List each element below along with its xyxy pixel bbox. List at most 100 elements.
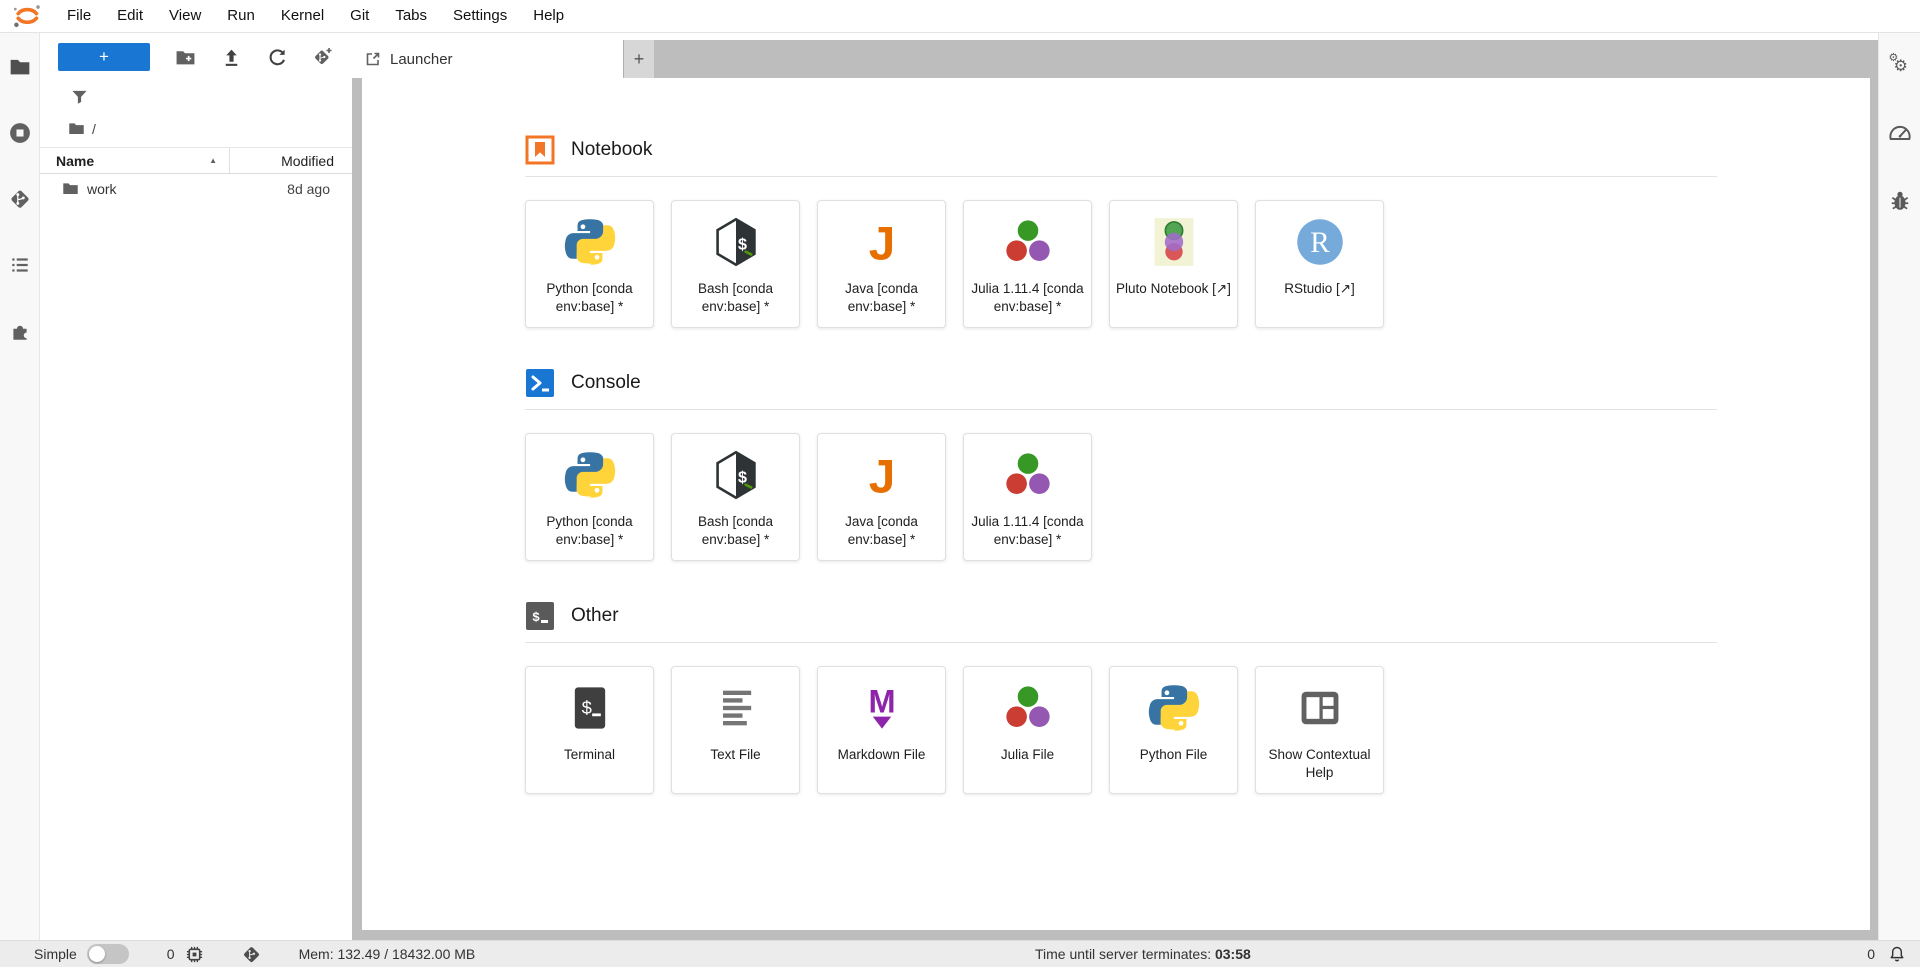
launcher-card[interactable]: Java [conda env:base] * xyxy=(817,200,946,328)
tab-launcher[interactable]: Launcher xyxy=(352,40,624,78)
new-tab-button[interactable]: + xyxy=(624,40,654,78)
file-list: work 8d ago xyxy=(40,174,352,203)
folder-icon xyxy=(62,180,79,197)
python-icon xyxy=(564,449,616,501)
launcher-card[interactable]: Julia 1.11.4 [conda env:base] * xyxy=(963,433,1092,561)
menu-item[interactable]: Kernel xyxy=(268,0,337,32)
breadcrumb[interactable]: / xyxy=(40,108,352,147)
card-label: Java [conda env:base] * xyxy=(823,280,940,315)
launcher-card[interactable]: Text File xyxy=(671,666,800,794)
julia-icon xyxy=(1002,682,1054,734)
launcher-panel: Notebook Python [conda env:base] * Bash … xyxy=(362,78,1870,930)
launcher-icon xyxy=(365,51,381,67)
launcher-card[interactable]: Show Contextual Help xyxy=(1255,666,1384,794)
file-browser-icon[interactable] xyxy=(8,55,32,79)
refresh-icon[interactable] xyxy=(266,46,288,68)
main-dock: Launcher + Notebook xyxy=(352,40,1878,940)
menu-item[interactable]: File xyxy=(54,0,104,32)
extensions-icon[interactable] xyxy=(8,319,32,343)
launcher-card[interactable]: Python [conda env:base] * xyxy=(525,200,654,328)
file-row[interactable]: work 8d ago xyxy=(40,174,352,203)
menu-item[interactable]: Tabs xyxy=(382,0,440,32)
new-launcher-button[interactable]: + xyxy=(58,43,150,71)
launcher-card[interactable]: Terminal xyxy=(525,666,654,794)
card-label: Java [conda env:base] * xyxy=(823,513,940,548)
rstudio-icon xyxy=(1294,216,1346,268)
running-kernels-icon[interactable] xyxy=(8,121,32,145)
terminal-icon xyxy=(564,682,616,734)
other-cards: Terminal Text File Markdown File xyxy=(525,666,1717,794)
bash-icon xyxy=(710,216,762,268)
git-icon[interactable] xyxy=(8,187,32,211)
kernel-icon[interactable] xyxy=(185,945,204,964)
menu-item[interactable]: Run xyxy=(214,0,268,32)
menu-item[interactable]: Help xyxy=(520,0,577,32)
launcher-card[interactable]: Python File xyxy=(1109,666,1238,794)
file-list-header: Name ▲ Modified xyxy=(40,147,352,174)
card-label: Julia 1.11.4 [conda env:base] * xyxy=(969,513,1086,548)
kernel-sessions-count[interactable]: 0 xyxy=(167,946,175,962)
menu-item[interactable]: View xyxy=(156,0,214,32)
column-header-modified[interactable]: Modified xyxy=(230,153,352,169)
status-bar: Simple 0 Mem: 132.49 / 18432.00 MB Time … xyxy=(0,940,1920,967)
launcher-card[interactable]: Julia 1.11.4 [conda env:base] * xyxy=(963,200,1092,328)
card-label: Julia File xyxy=(1001,746,1054,764)
launcher-card[interactable]: Markdown File xyxy=(817,666,946,794)
simple-mode-toggle[interactable] xyxy=(87,944,129,964)
card-label: Bash [conda env:base] * xyxy=(677,280,794,315)
console-cards: Python [conda env:base] * Bash [conda en… xyxy=(525,433,1717,561)
card-label: Python [conda env:base] * xyxy=(531,280,648,315)
pluto-icon xyxy=(1148,216,1200,268)
card-label: Markdown File xyxy=(838,746,926,764)
launcher-card[interactable]: Pluto Notebook [↗] xyxy=(1109,200,1238,328)
table-of-contents-icon[interactable] xyxy=(8,253,32,277)
breadcrumb-path: / xyxy=(92,121,96,137)
menu-item[interactable]: Edit xyxy=(104,0,156,32)
tab-label: Launcher xyxy=(390,51,453,68)
python-icon xyxy=(564,216,616,268)
svg-text:$: $ xyxy=(532,610,540,625)
server-termination-timer: Time until server terminates: 03:58 xyxy=(1035,946,1251,962)
debugger-icon[interactable] xyxy=(1888,189,1912,213)
launcher-card[interactable]: Bash [conda env:base] * xyxy=(671,433,800,561)
section-console: Console Python [conda env:base] * Bash [… xyxy=(525,368,1717,561)
section-title: Console xyxy=(571,372,641,394)
folder-icon xyxy=(68,120,85,137)
card-label: Pluto Notebook [↗] xyxy=(1116,280,1231,298)
git-status-icon[interactable] xyxy=(242,945,261,964)
system-monitor-icon[interactable] xyxy=(1888,121,1912,145)
right-activity-bar: ⚙⚙ xyxy=(1878,33,1920,940)
launcher-card[interactable]: Python [conda env:base] * xyxy=(525,433,654,561)
card-label: Show Contextual Help xyxy=(1261,746,1378,781)
launcher-card[interactable]: RStudio [↗] xyxy=(1255,200,1384,328)
section-notebook: Notebook Python [conda env:base] * Bash … xyxy=(525,135,1717,328)
git-clone-icon[interactable] xyxy=(312,46,334,68)
simple-mode-label: Simple xyxy=(34,946,77,962)
section-divider xyxy=(525,176,1717,177)
memory-usage: Mem: 132.49 / 18432.00 MB xyxy=(299,946,476,962)
menu-item[interactable]: Settings xyxy=(440,0,520,32)
notifications-count[interactable]: 0 xyxy=(1867,946,1875,962)
new-folder-icon[interactable] xyxy=(174,46,196,68)
card-label: Python [conda env:base] * xyxy=(531,513,648,548)
menu-items: FileEditViewRunKernelGitTabsSettingsHelp xyxy=(54,0,577,32)
python-icon xyxy=(1148,682,1200,734)
menu-item[interactable]: Git xyxy=(337,0,382,32)
section-divider xyxy=(525,409,1717,410)
bell-icon[interactable] xyxy=(1888,945,1906,963)
launcher-card[interactable]: Java [conda env:base] * xyxy=(817,433,946,561)
column-header-name[interactable]: Name ▲ xyxy=(40,148,230,173)
toggle-knob xyxy=(89,946,105,962)
file-browser-toolbar: + xyxy=(40,33,352,79)
upload-icon[interactable] xyxy=(220,46,242,68)
console-section-icon xyxy=(525,368,555,398)
julia-icon xyxy=(1002,216,1054,268)
card-label: Terminal xyxy=(564,746,615,764)
launcher-card[interactable]: Bash [conda env:base] * xyxy=(671,200,800,328)
filter-icon[interactable] xyxy=(40,79,352,108)
property-inspector-icon[interactable]: ⚙⚙ xyxy=(1888,53,1912,77)
file-browser-panel: + / Name ▲ xyxy=(40,33,352,940)
card-label: Text File xyxy=(710,746,760,764)
launcher-card[interactable]: Julia File xyxy=(963,666,1092,794)
contextual-icon xyxy=(1294,682,1346,734)
